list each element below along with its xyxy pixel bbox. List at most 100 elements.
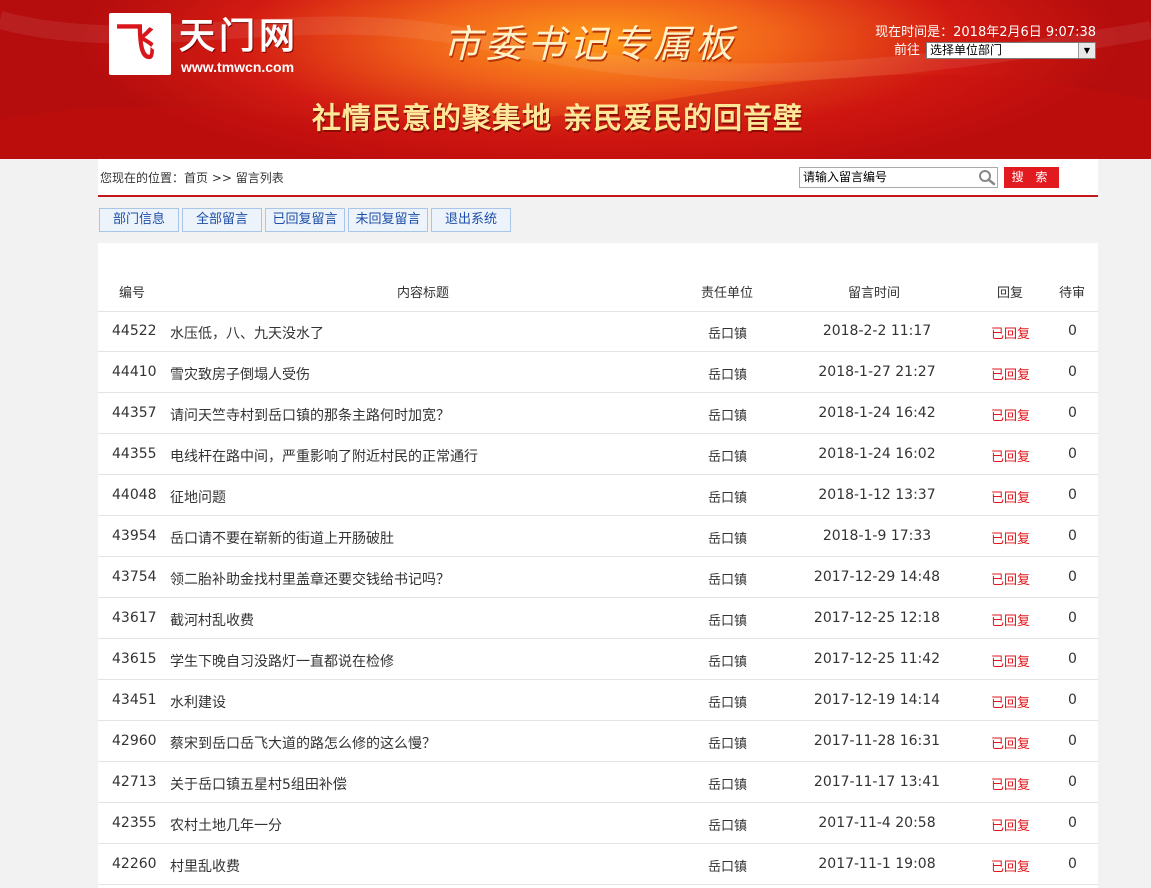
chevron-down-icon[interactable]: ▼	[1078, 43, 1095, 58]
breadcrumb[interactable]: 您现在的位置：首页 >> 留言列表	[100, 169, 284, 186]
table-row[interactable]: 43617 截河村乱收费 岳口镇 2017-12-25 12:18 已回复 0	[98, 598, 1098, 639]
responsible-unit: 岳口镇	[708, 614, 748, 629]
message-title-link[interactable]: 岳口请不要在崭新的街道上开肠破肚	[170, 528, 394, 548]
message-title-link[interactable]: 水利建设	[170, 692, 226, 712]
responsible-unit: 岳口镇	[708, 450, 748, 465]
pending-count: 0	[1068, 610, 1077, 626]
reply-status[interactable]: 已回复	[991, 405, 1030, 424]
message-id: 43451	[112, 692, 157, 708]
table-row[interactable]: 42355 农村土地几年一分 岳口镇 2017-11-4 20:58 已回复 0	[98, 803, 1098, 844]
reply-status[interactable]: 已回复	[991, 774, 1030, 793]
unit-department-select[interactable]: 选择单位部门 ▼	[926, 42, 1096, 59]
time-panel: 现在时间是：2018年2月6日 9:07:38 前往 选择单位部门 ▼	[870, 24, 1110, 59]
reply-status[interactable]: 已回复	[991, 733, 1030, 752]
tab-replied-messages[interactable]: 已回复留言	[265, 208, 345, 232]
message-time: 2017-11-17 13:41	[813, 774, 941, 790]
message-title-link[interactable]: 截河村乱收费	[170, 610, 254, 630]
pending-count: 0	[1068, 692, 1077, 708]
message-id: 42355	[112, 815, 157, 831]
message-time: 2018-1-24 16:42	[818, 405, 936, 421]
message-id: 43754	[112, 569, 157, 585]
message-title-link[interactable]: 农村土地几年一分	[170, 815, 282, 835]
message-time: 2017-12-29 14:48	[813, 569, 941, 585]
message-time: 2017-11-28 16:31	[813, 733, 941, 749]
message-id: 43615	[112, 651, 157, 667]
search-button[interactable]: 搜 索	[1004, 167, 1059, 188]
pending-count: 0	[1068, 364, 1077, 380]
message-id: 44522	[112, 323, 157, 339]
table-row[interactable]: 42713 关于岳口镇五星村5组田补偿 岳口镇 2017-11-17 13:41…	[98, 762, 1098, 803]
reply-status[interactable]: 已回复	[991, 651, 1030, 670]
message-id-search-input[interactable]: 请输入留言编号	[799, 167, 998, 188]
responsible-unit: 岳口镇	[708, 368, 748, 383]
message-id: 42260	[112, 856, 157, 872]
message-title-link[interactable]: 雪灾致房子倒塌人受伤	[170, 364, 310, 384]
table-row[interactable]: 42260 村里乱收费 岳口镇 2017-11-1 19:08 已回复 0	[98, 844, 1098, 885]
message-id: 44410	[112, 364, 157, 380]
message-time: 2017-11-4 20:58	[818, 815, 936, 831]
tab-all-messages[interactable]: 全部留言	[182, 208, 262, 232]
pending-count: 0	[1068, 651, 1077, 667]
responsible-unit: 岳口镇	[708, 778, 748, 793]
responsible-unit: 岳口镇	[708, 491, 748, 506]
col-time: 留言时间	[848, 286, 901, 301]
search-icon[interactable]	[978, 169, 996, 186]
reply-status[interactable]: 已回复	[991, 323, 1030, 342]
message-title-link[interactable]: 请问天竺寺村到岳口镇的那条主路何时加宽？	[170, 405, 450, 425]
reply-status[interactable]: 已回复	[991, 692, 1030, 711]
logo-url: www.tmwcn.com	[181, 59, 295, 75]
message-title-link[interactable]: 学生下晚自习没路灯一直都说在检修	[170, 651, 394, 671]
responsible-unit: 岳口镇	[708, 327, 748, 342]
reply-status[interactable]: 已回复	[991, 487, 1030, 506]
table-row[interactable]: 44522 水压低，八、九天没水了 岳口镇 2018-2-2 11:17 已回复…	[98, 311, 1098, 352]
pending-count: 0	[1068, 569, 1077, 585]
reply-status[interactable]: 已回复	[991, 856, 1030, 875]
table-row[interactable]: 44357 请问天竺寺村到岳口镇的那条主路何时加宽？ 岳口镇 2018-1-24…	[98, 393, 1098, 434]
message-time: 2018-1-27 21:27	[818, 364, 936, 380]
table-row[interactable]: 43615 学生下晚自习没路灯一直都说在检修 岳口镇 2017-12-25 11…	[98, 639, 1098, 680]
reply-status[interactable]: 已回复	[991, 528, 1030, 547]
reply-status[interactable]: 已回复	[991, 364, 1030, 383]
message-time: 2018-1-24 16:02	[818, 446, 936, 462]
reply-status[interactable]: 已回复	[991, 569, 1030, 588]
table-row[interactable]: 44410 雪灾致房子倒塌人受伤 岳口镇 2018-1-27 21:27 已回复…	[98, 352, 1098, 393]
logo-name: 天门网	[179, 16, 300, 57]
pending-count: 0	[1068, 815, 1077, 831]
table-row[interactable]: 43754 领二胎补助金找村里盖章还要交钱给书记吗？ 岳口镇 2017-12-2…	[98, 557, 1098, 598]
pending-count: 0	[1068, 733, 1077, 749]
responsible-unit: 岳口镇	[708, 409, 748, 424]
message-title-link[interactable]: 村里乱收费	[170, 856, 240, 876]
message-title-link[interactable]: 水压低，八、九天没水了	[170, 323, 324, 343]
table-header: 编号 内容标题 责任单位 留言时间 回复 待审	[98, 269, 1098, 312]
tab-logout[interactable]: 退出系统	[431, 208, 511, 232]
message-title-link[interactable]: 关于岳口镇五星村5组田补偿	[170, 774, 347, 794]
table-row[interactable]: 44355 电线杆在路中间，严重影响了附近村民的正常通行 岳口镇 2018-1-…	[98, 434, 1098, 475]
pending-count: 0	[1068, 405, 1077, 421]
table-row[interactable]: 44048 征地问题 岳口镇 2018-1-12 13:37 已回复 0	[98, 475, 1098, 516]
table-row[interactable]: 42960 蔡宋到岳口岳飞大道的路怎么修的这么慢？ 岳口镇 2017-11-28…	[98, 721, 1098, 762]
pending-count: 0	[1068, 446, 1077, 462]
reply-status[interactable]: 已回复	[991, 815, 1030, 834]
site-logo[interactable]: 飞 天门网 www.tmwcn.com	[109, 13, 325, 75]
responsible-unit: 岳口镇	[708, 860, 748, 875]
reply-status[interactable]: 已回复	[991, 610, 1030, 629]
pending-count: 0	[1068, 528, 1077, 544]
tab-unreplied-messages[interactable]: 未回复留言	[348, 208, 428, 232]
message-time: 2017-12-19 14:14	[813, 692, 941, 708]
message-id: 44357	[112, 405, 157, 421]
table-row[interactable]: 43954 岳口请不要在崭新的街道上开肠破肚 岳口镇 2018-1-9 17:3…	[98, 516, 1098, 557]
message-id: 44355	[112, 446, 157, 462]
message-title-link[interactable]: 电线杆在路中间，严重影响了附近村民的正常通行	[170, 446, 478, 466]
message-title-link[interactable]: 蔡宋到岳口岳飞大道的路怎么修的这么慢？	[170, 733, 436, 753]
logo-mark-icon: 飞	[109, 13, 171, 75]
reply-status[interactable]: 已回复	[991, 446, 1030, 465]
col-unit: 责任单位	[701, 286, 754, 301]
tab-department-info[interactable]: 部门信息	[99, 208, 179, 232]
goto-label: 前往	[894, 43, 921, 58]
message-title-link[interactable]: 领二胎补助金找村里盖章还要交钱给书记吗？	[170, 569, 450, 589]
table-row[interactable]: 43451 水利建设 岳口镇 2017-12-19 14:14 已回复 0	[98, 680, 1098, 721]
message-time: 2017-11-1 19:08	[818, 856, 936, 872]
pending-count: 0	[1068, 774, 1077, 790]
pending-count: 0	[1068, 856, 1077, 872]
message-title-link[interactable]: 征地问题	[170, 487, 226, 507]
